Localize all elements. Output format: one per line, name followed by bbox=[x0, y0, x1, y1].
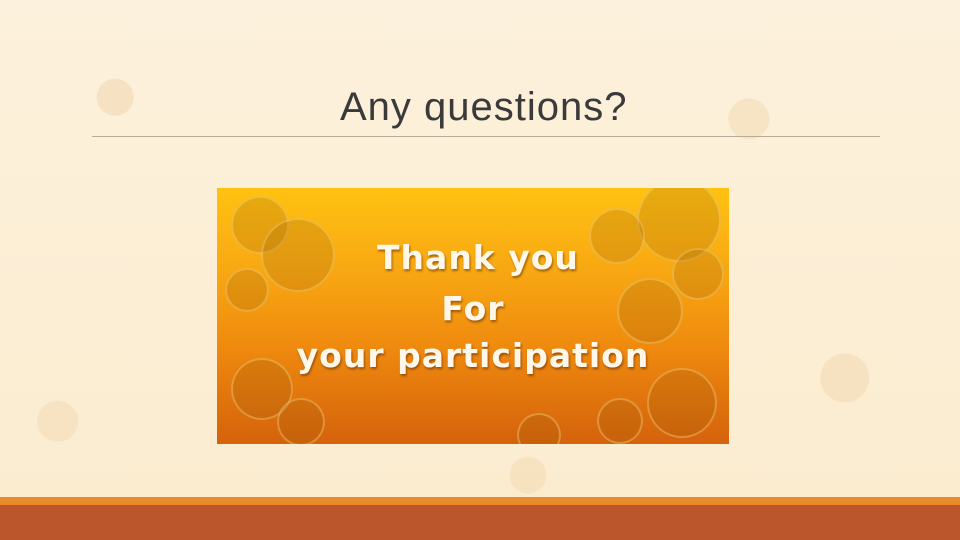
footer-bar bbox=[0, 505, 960, 540]
slide-title: Any questions? bbox=[340, 85, 628, 129]
bokeh-circle bbox=[517, 413, 561, 444]
bokeh-circle bbox=[647, 368, 717, 438]
footer-accent-bar bbox=[0, 497, 960, 505]
bokeh-circle bbox=[277, 398, 325, 444]
slide: Any questions? Thank you For your partic… bbox=[0, 0, 960, 540]
title-divider bbox=[92, 136, 880, 137]
image-text-line-2: For bbox=[441, 289, 505, 328]
image-text-line-1: Thank you bbox=[377, 238, 579, 277]
thank-you-image: Thank you For your participation bbox=[217, 188, 729, 444]
image-text-line-3: your participation bbox=[296, 336, 650, 375]
bokeh-circle bbox=[597, 398, 643, 444]
